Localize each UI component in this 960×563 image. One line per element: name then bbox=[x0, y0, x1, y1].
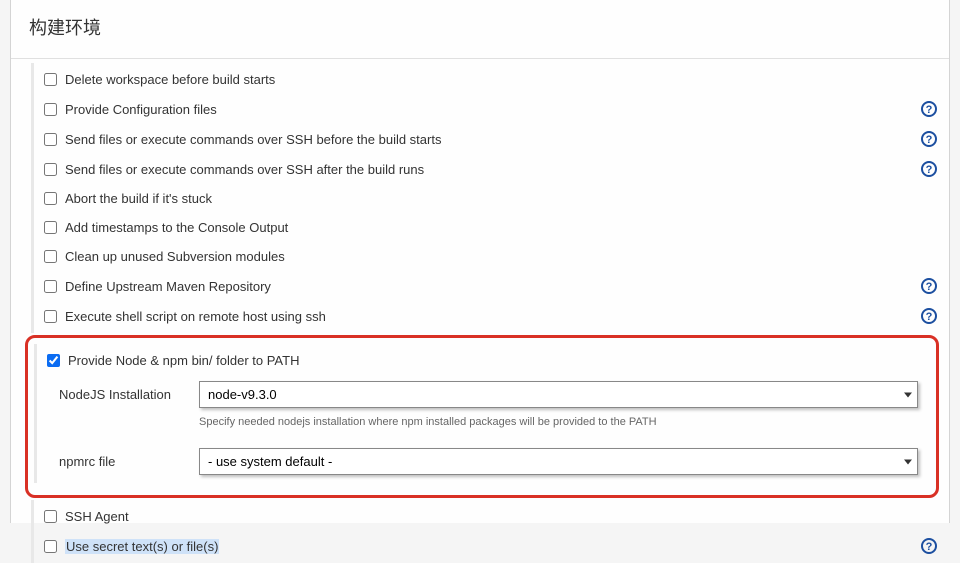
checkbox-send-ssh-after[interactable] bbox=[44, 163, 57, 176]
label-send-ssh-before: Send files or execute commands over SSH … bbox=[65, 132, 441, 147]
help-icon[interactable]: ? bbox=[921, 278, 937, 294]
label-delete-workspace: Delete workspace before build starts bbox=[65, 72, 275, 87]
nodejs-installation-select-wrap: node-v9.3.0 bbox=[199, 381, 918, 408]
option-execute-shell-ssh[interactable]: Execute shell script on remote host usin… bbox=[34, 301, 949, 331]
help-icon[interactable]: ? bbox=[921, 538, 937, 554]
checkbox-provide-config[interactable] bbox=[44, 103, 57, 116]
checkbox-add-timestamps[interactable] bbox=[44, 221, 57, 234]
option-define-upstream[interactable]: Define Upstream Maven Repository ? bbox=[34, 271, 949, 301]
nodejs-installation-hint: Specify needed nodejs installation where… bbox=[37, 414, 936, 442]
option-use-secret[interactable]: Use secret text(s) or file(s) ? bbox=[34, 531, 949, 561]
checkbox-send-ssh-before[interactable] bbox=[44, 133, 57, 146]
label-send-ssh-after: Send files or execute commands over SSH … bbox=[65, 162, 424, 177]
help-icon[interactable]: ? bbox=[921, 308, 937, 324]
checkbox-abort-stuck[interactable] bbox=[44, 192, 57, 205]
option-cleanup-svn[interactable]: Clean up unused Subversion modules bbox=[34, 242, 949, 271]
nodejs-installation-select[interactable]: node-v9.3.0 bbox=[199, 381, 918, 408]
checkbox-use-secret[interactable] bbox=[44, 540, 57, 553]
label-ssh-agent: SSH Agent bbox=[65, 509, 129, 524]
label-define-upstream: Define Upstream Maven Repository bbox=[65, 279, 271, 294]
label-use-secret: Use secret text(s) or file(s) bbox=[65, 539, 219, 554]
label-execute-shell-ssh: Execute shell script on remote host usin… bbox=[65, 309, 326, 324]
label-provide-config: Provide Configuration files bbox=[65, 102, 217, 117]
svg-text:?: ? bbox=[926, 134, 933, 146]
npmrc-file-row: npmrc file - use system default - bbox=[37, 442, 936, 481]
svg-text:?: ? bbox=[926, 281, 933, 293]
checkbox-delete-workspace[interactable] bbox=[44, 73, 57, 86]
checkbox-ssh-agent[interactable] bbox=[44, 510, 57, 523]
label-abort-stuck: Abort the build if it's stuck bbox=[65, 191, 212, 206]
help-icon[interactable]: ? bbox=[921, 131, 937, 147]
svg-text:?: ? bbox=[926, 311, 933, 323]
option-provide-config[interactable]: Provide Configuration files ? bbox=[34, 94, 949, 124]
node-npm-highlight: Provide Node & npm bin/ folder to PATH N… bbox=[25, 335, 939, 498]
options-block: Delete workspace before build starts Pro… bbox=[31, 63, 949, 333]
nodejs-installation-label: NodeJS Installation bbox=[59, 387, 199, 402]
option-delete-workspace[interactable]: Delete workspace before build starts bbox=[34, 65, 949, 94]
build-env-panel: 构建环境 Delete workspace before build start… bbox=[10, 0, 950, 523]
npmrc-file-select[interactable]: - use system default - bbox=[199, 448, 918, 475]
npmrc-file-label: npmrc file bbox=[59, 454, 199, 469]
option-abort-stuck[interactable]: Abort the build if it's stuck bbox=[34, 184, 949, 213]
section-title: 构建环境 bbox=[11, 8, 949, 59]
svg-text:?: ? bbox=[926, 164, 933, 176]
node-npm-block: Provide Node & npm bin/ folder to PATH N… bbox=[34, 344, 936, 483]
after-options-block: SSH Agent Use secret text(s) or file(s) … bbox=[31, 500, 949, 563]
label-cleanup-svn: Clean up unused Subversion modules bbox=[65, 249, 285, 264]
help-icon[interactable]: ? bbox=[921, 161, 937, 177]
checkbox-define-upstream[interactable] bbox=[44, 280, 57, 293]
option-ssh-agent[interactable]: SSH Agent bbox=[34, 502, 949, 531]
checkbox-cleanup-svn[interactable] bbox=[44, 250, 57, 263]
npmrc-file-select-wrap: - use system default - bbox=[199, 448, 918, 475]
option-provide-node-npm[interactable]: Provide Node & npm bin/ folder to PATH bbox=[37, 346, 936, 375]
option-send-ssh-after[interactable]: Send files or execute commands over SSH … bbox=[34, 154, 949, 184]
label-provide-node-npm: Provide Node & npm bin/ folder to PATH bbox=[68, 353, 299, 368]
svg-text:?: ? bbox=[926, 104, 933, 116]
option-add-timestamps[interactable]: Add timestamps to the Console Output bbox=[34, 213, 949, 242]
checkbox-execute-shell-ssh[interactable] bbox=[44, 310, 57, 323]
option-send-ssh-before[interactable]: Send files or execute commands over SSH … bbox=[34, 124, 949, 154]
checkbox-provide-node-npm[interactable] bbox=[47, 354, 60, 367]
help-icon[interactable]: ? bbox=[921, 101, 937, 117]
svg-text:?: ? bbox=[926, 541, 933, 553]
label-add-timestamps: Add timestamps to the Console Output bbox=[65, 220, 288, 235]
nodejs-installation-row: NodeJS Installation node-v9.3.0 bbox=[37, 375, 936, 414]
